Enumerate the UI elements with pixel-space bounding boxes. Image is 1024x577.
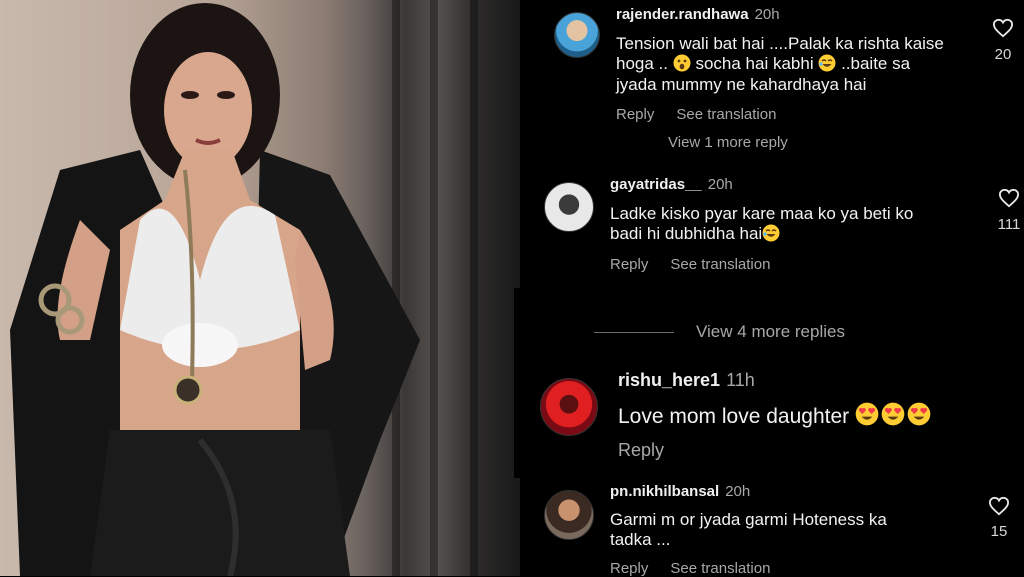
see-translation-link[interactable]: See translation <box>670 560 770 577</box>
comment-text: Garmi m or jyada garmi Hoteness ka tadka… <box>610 510 887 550</box>
comment-username[interactable]: rishu_here1 11h <box>618 370 755 391</box>
heart-icon[interactable] <box>988 496 1010 516</box>
comment-panel-2: gayatridas__ 20h Ladke kisko pyar kare ma… <box>524 162 1024 288</box>
heart-icon[interactable] <box>992 18 1014 38</box>
heart-eyes-emoji <box>907 402 931 426</box>
comment-time: 11h <box>726 370 755 390</box>
comment-actions: Reply See translation <box>616 106 798 123</box>
reply-button[interactable]: Reply <box>618 440 664 460</box>
avatar[interactable] <box>540 378 598 436</box>
comment-actions: Reply See translation <box>610 256 792 273</box>
avatar[interactable] <box>544 490 594 540</box>
comment-time: 20h <box>707 176 733 193</box>
view-more-replies[interactable]: View 1 more reply <box>668 134 788 151</box>
like-count: 111 <box>997 216 1021 233</box>
comment-username[interactable]: rajender.randhawa 20h <box>616 6 780 23</box>
comment-time: 20h <box>754 6 780 23</box>
see-translation-link[interactable]: See translation <box>676 106 776 123</box>
view-more-replies[interactable]: View 4 more replies <box>594 322 845 342</box>
woman-illustration <box>10 3 420 576</box>
heart-icon[interactable] <box>998 188 1020 208</box>
comment-panel-1: rajender.randhawa 20h Tension wali bat ha… <box>534 0 1024 162</box>
comment-panel-3: View 4 more replies rishu_here1 11h Love … <box>514 288 1024 478</box>
comment-time: 20h <box>725 483 751 500</box>
comment-text: Love mom love daughter <box>618 402 931 429</box>
see-translation-link[interactable]: See translation <box>670 256 770 273</box>
laughing-emoji <box>762 224 780 242</box>
comment-username[interactable]: pn.nikhilbansal 20h <box>610 483 750 500</box>
heart-eyes-emoji <box>881 402 905 426</box>
comment-text: Tension wali bat hai ....Palak ka rishta… <box>616 34 944 94</box>
reply-button[interactable]: Reply <box>610 256 648 273</box>
divider <box>594 332 674 334</box>
heart-eyes-emoji <box>855 402 879 426</box>
comment-panel-4: pn.nikhilbansal 20h Garmi m or jyada garm… <box>528 478 1024 577</box>
comment-actions: Reply See translation <box>610 560 792 577</box>
like-count: 15 <box>990 523 1008 540</box>
astonished-emoji <box>673 54 691 72</box>
reply-button[interactable]: Reply <box>616 106 654 123</box>
post-photo <box>0 0 520 576</box>
comment-text: Ladke kisko pyar kare maa ko ya beti ko … <box>610 204 914 244</box>
avatar[interactable] <box>554 12 600 58</box>
comment-username[interactable]: gayatridas__ 20h <box>610 176 733 193</box>
comment-actions: Reply <box>618 440 686 461</box>
reply-button[interactable]: Reply <box>610 560 648 577</box>
laughing-emoji <box>818 54 836 72</box>
avatar[interactable] <box>544 182 594 232</box>
like-count: 20 <box>994 46 1012 63</box>
